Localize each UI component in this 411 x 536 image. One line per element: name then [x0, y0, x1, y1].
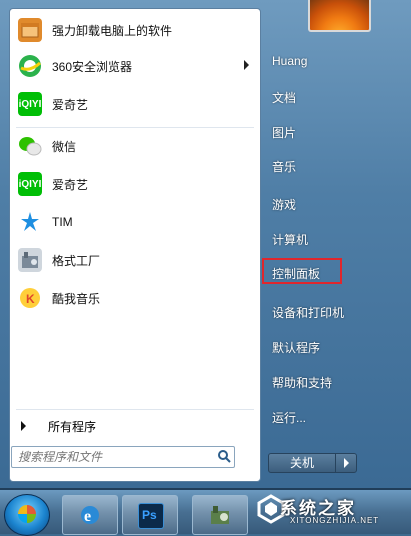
windows-logo-icon [18, 505, 36, 523]
uninstall-box-icon [18, 18, 42, 42]
shutdown-button[interactable]: 关机 [268, 453, 336, 473]
search-icon[interactable] [217, 449, 231, 463]
program-label: 360安全浏览器 [52, 59, 133, 74]
program-iqiyi[interactable]: iQIYI 爱奇艺 [13, 87, 257, 121]
360-browser-icon [18, 54, 42, 78]
right-item-games[interactable]: 游戏 [272, 196, 296, 213]
right-item-help-and-support[interactable]: 帮助和支持 [272, 374, 332, 391]
user-picture[interactable] [308, 0, 371, 32]
format-factory-icon [208, 503, 232, 527]
pinned-separator [16, 127, 254, 128]
iqiyi-icon: iQIYI [18, 92, 42, 116]
format-factory-icon [18, 248, 42, 272]
start-orb-button[interactable] [4, 494, 50, 536]
program-label: 爱奇艺 [52, 177, 89, 192]
program-label: 爱奇艺 [52, 97, 89, 112]
svg-text:e: e [84, 508, 91, 525]
program-tim[interactable]: TIM [13, 205, 257, 239]
photoshop-icon: Ps [138, 503, 164, 529]
program-label: 强力卸载电脑上的软件 [52, 23, 173, 38]
control-panel-highlight-box [262, 258, 342, 284]
all-programs-separator [16, 409, 254, 410]
iqiyi-icon: iQIYI [18, 172, 42, 196]
right-item-default-programs[interactable]: 默认程序 [272, 339, 320, 356]
start-menu: 强力卸载电脑上的软件 360安全浏览器 iQIYI 爱奇艺 微信 iQIYI 爱… [0, 0, 411, 488]
svg-text:K: K [26, 292, 35, 306]
right-item-user-folder[interactable]: Huang [272, 54, 307, 68]
program-wechat[interactable]: 微信 [13, 129, 257, 163]
ie-taskbar-button[interactable]: e [62, 495, 118, 535]
program-format-factory[interactable]: 格式工厂 [13, 243, 257, 277]
format-factory-taskbar-button[interactable] [192, 495, 248, 535]
right-item-run[interactable]: 运行... [272, 409, 306, 426]
program-label: 格式工厂 [52, 253, 101, 268]
tim-icon [18, 210, 42, 234]
search-box[interactable] [11, 446, 235, 468]
program-iqiyi-recent[interactable]: iQIYI 爱奇艺 [13, 167, 257, 201]
program-label: TIM [52, 215, 73, 229]
right-item-music[interactable]: 音乐 [272, 158, 296, 175]
all-programs-label: 所有程序 [48, 419, 97, 434]
programs-pane: 强力卸载电脑上的软件 360安全浏览器 iQIYI 爱奇艺 微信 iQIYI 爱… [9, 8, 261, 482]
photoshop-icon-text: Ps [142, 508, 157, 522]
wechat-icon [18, 134, 42, 158]
submenu-arrow-icon[interactable] [244, 60, 249, 70]
program-360-browser[interactable]: 360安全浏览器 [13, 49, 257, 83]
search-input[interactable] [16, 447, 210, 467]
program-uninstaller[interactable]: 强力卸载电脑上的软件 [13, 13, 257, 47]
all-programs-button[interactable]: 所有程序 [16, 415, 252, 437]
right-item-documents[interactable]: 文档 [272, 89, 296, 106]
internet-explorer-icon: e [78, 503, 102, 527]
expand-arrow-icon [21, 421, 26, 431]
program-kuwo-music[interactable]: K 酷我音乐 [13, 281, 257, 315]
right-item-devices-and-printers[interactable]: 设备和打印机 [272, 304, 344, 321]
program-label: 酷我音乐 [52, 291, 101, 306]
right-item-pictures[interactable]: 图片 [272, 124, 296, 141]
right-item-computer[interactable]: 计算机 [272, 231, 308, 248]
program-label: 微信 [52, 139, 77, 154]
watermark-url: XITONGZHIJIA.NET [290, 516, 380, 525]
photoshop-taskbar-button[interactable]: Ps [122, 495, 178, 535]
kuwo-music-icon: K [18, 286, 42, 310]
shutdown-options-arrow-icon[interactable] [335, 453, 357, 473]
